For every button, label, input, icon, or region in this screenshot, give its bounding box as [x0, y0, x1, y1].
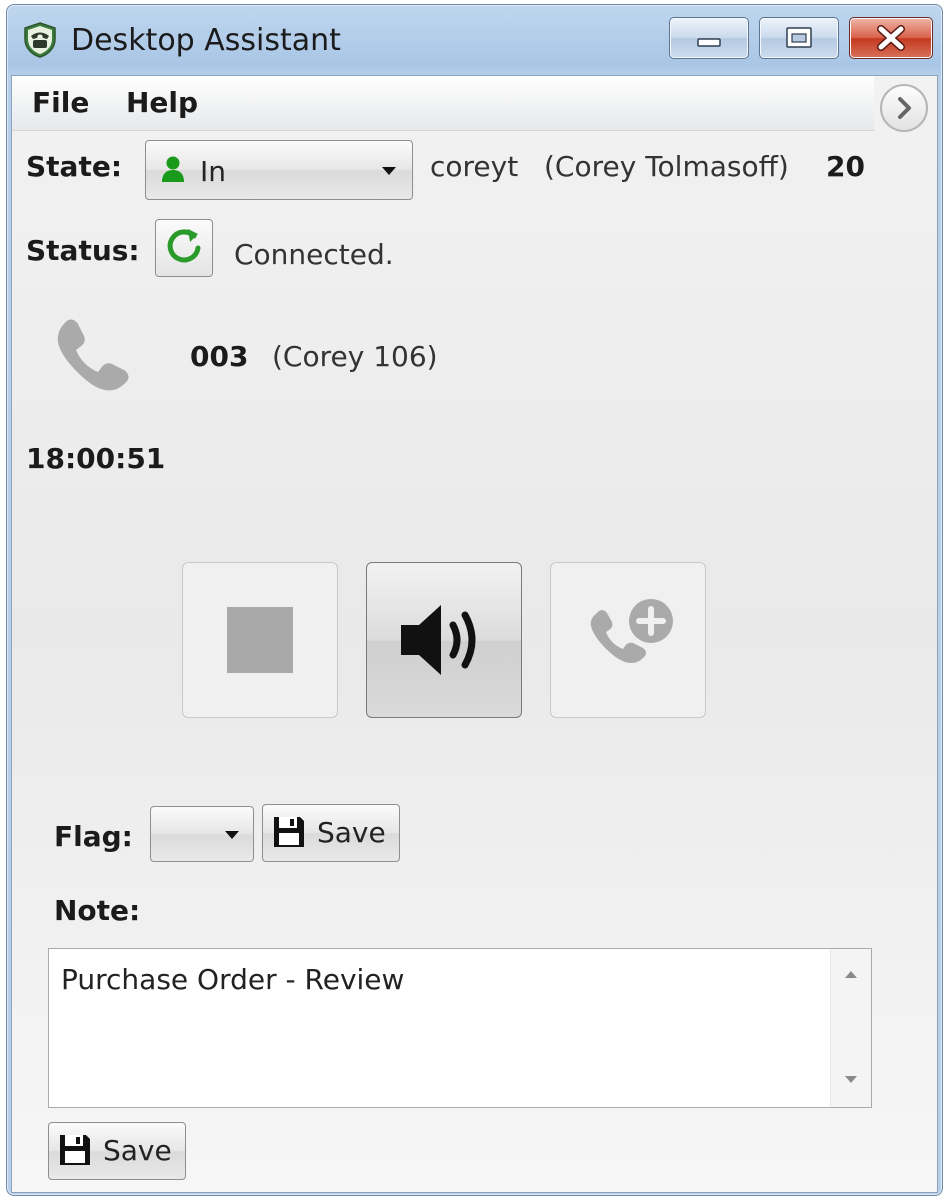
- note-text: Purchase Order - Review: [61, 963, 405, 996]
- expand-panel-button[interactable]: [880, 84, 928, 132]
- title-bar[interactable]: Desktop Assistant: [7, 5, 942, 75]
- status-label: Status:: [26, 234, 140, 267]
- status-text: Connected.: [234, 238, 394, 271]
- refresh-button[interactable]: [155, 219, 213, 277]
- chevron-right-icon: [898, 97, 911, 119]
- floppy-disk-icon: [60, 1135, 90, 1165]
- note-textarea[interactable]: Purchase Order - Review: [48, 948, 872, 1108]
- state-label: State:: [26, 150, 123, 183]
- note-scrollbar[interactable]: [830, 949, 871, 1107]
- flag-save-label: Save: [317, 816, 386, 849]
- maximize-icon: [786, 27, 812, 48]
- stop-button[interactable]: [182, 562, 338, 718]
- close-icon: [877, 25, 905, 51]
- client-area: File Help State: In coreyt (Corey Tolmas…: [11, 75, 938, 1193]
- state-dropdown[interactable]: In: [145, 140, 413, 200]
- menu-help[interactable]: Help: [126, 86, 198, 119]
- refresh-icon: [167, 229, 201, 263]
- note-label: Note:: [54, 894, 141, 927]
- close-button[interactable]: [849, 17, 933, 59]
- state-value: In: [200, 155, 227, 188]
- maximize-button[interactable]: [759, 17, 839, 59]
- call-name: (Corey 106): [272, 340, 438, 373]
- minimize-icon: [697, 38, 721, 47]
- user-fullname: (Corey Tolmasoff): [544, 150, 789, 183]
- add-call-button[interactable]: [550, 562, 706, 718]
- username: coreyt: [430, 150, 519, 183]
- phone-icon: [57, 319, 129, 391]
- call-number: 003: [190, 340, 249, 373]
- desktop-assistant-window: Desktop Assistant File Help State: In co…: [6, 4, 943, 1196]
- phone-add-icon: [590, 599, 673, 664]
- floppy-disk-icon: [274, 817, 304, 847]
- speaker-button[interactable]: [366, 562, 522, 718]
- menu-bar: File Help: [12, 76, 874, 131]
- note-save-label: Save: [103, 1134, 172, 1167]
- user-in-icon: [162, 156, 184, 182]
- scroll-down-icon[interactable]: [844, 1075, 858, 1085]
- phone-shield-icon: [24, 22, 56, 58]
- chevron-down-icon: [382, 167, 396, 175]
- flag-label: Flag:: [54, 820, 133, 853]
- window-title: Desktop Assistant: [71, 23, 341, 58]
- stop-icon: [227, 607, 293, 673]
- chevron-down-icon: [225, 831, 239, 839]
- user-extension: 20: [826, 150, 865, 183]
- speaker-icon: [401, 605, 476, 675]
- note-save-button[interactable]: Save: [48, 1122, 186, 1180]
- flag-dropdown[interactable]: [150, 806, 254, 862]
- flag-save-button[interactable]: Save: [262, 804, 400, 862]
- scroll-up-icon[interactable]: [844, 969, 858, 979]
- call-duration: 18:00:51: [26, 442, 166, 475]
- minimize-button[interactable]: [669, 17, 749, 59]
- menu-file[interactable]: File: [32, 86, 89, 119]
